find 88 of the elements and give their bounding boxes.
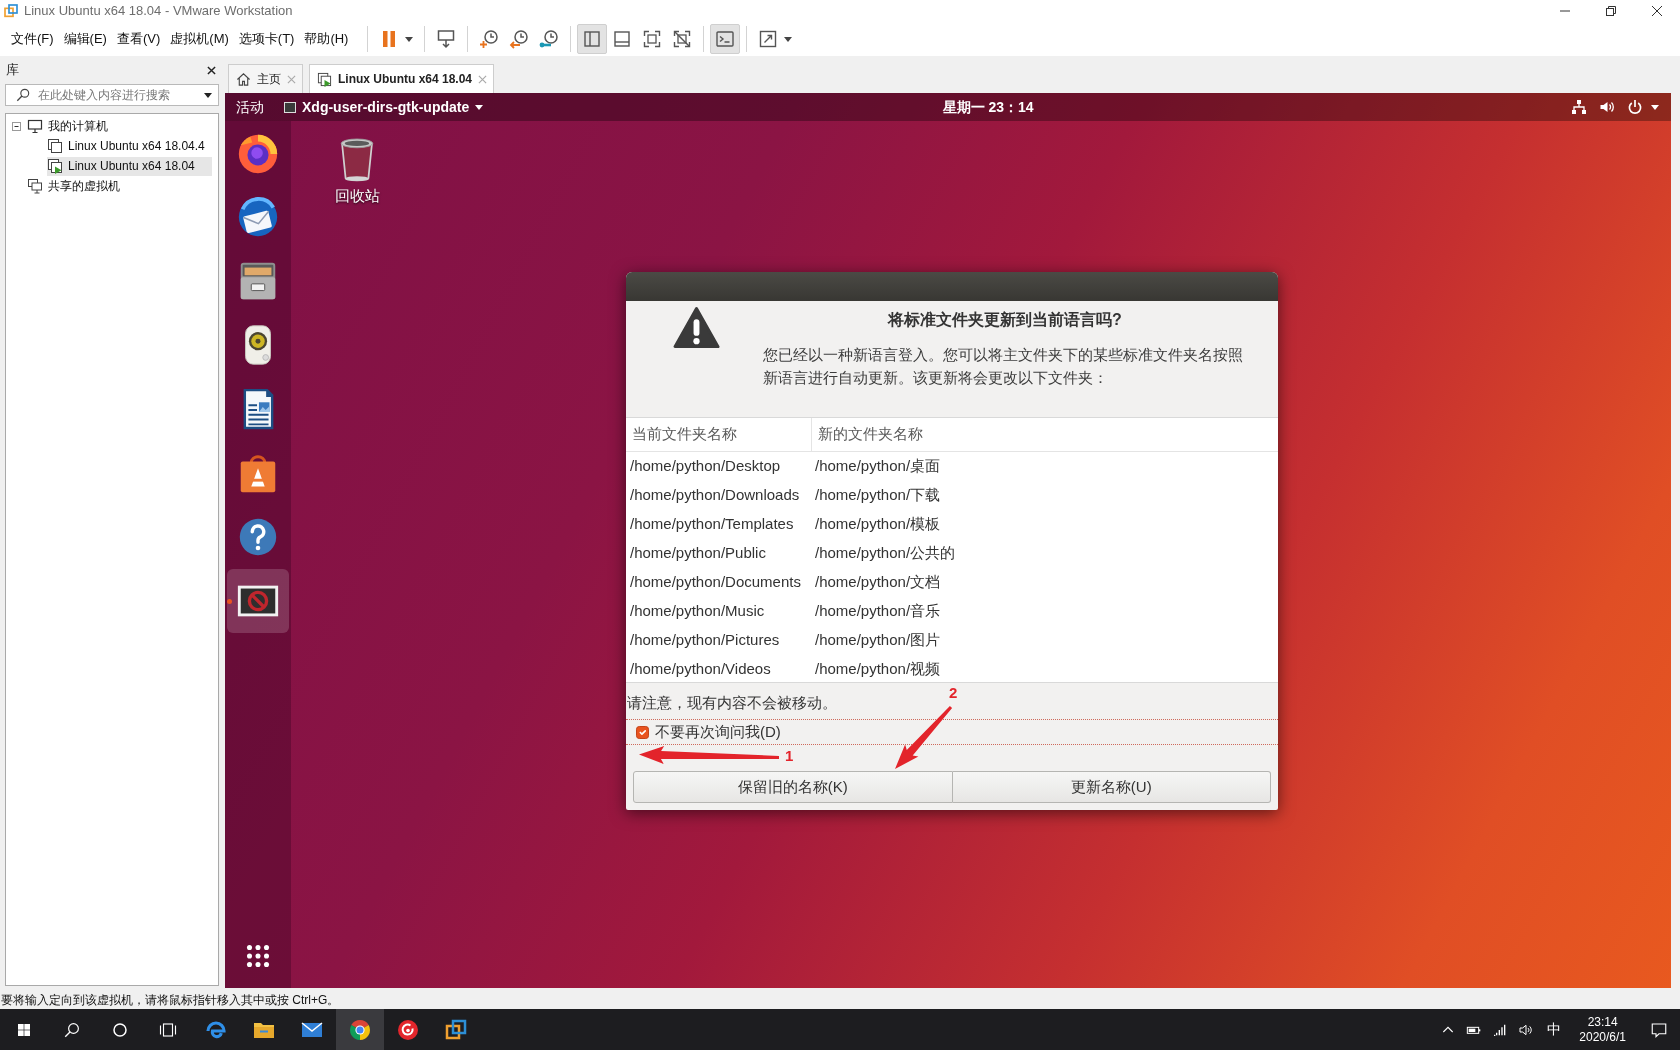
table-cell-text: /home/python/Downloads	[629, 484, 801, 505]
table-cell-text: /home/python/Templates	[629, 513, 795, 534]
table-cell-text: /home/python/公共的	[814, 542, 957, 563]
table-cell-text: /home/python/模板	[814, 513, 942, 534]
ring-icon	[111, 1020, 129, 1039]
table-cell-text: /home/python/音乐	[814, 600, 942, 621]
monitor-icon	[27, 118, 43, 134]
dialog-message: 您已经以一种新语言登入。您可以将主文件夹下的某些标准文件夹名按照新语言进行自动更新。该更新将会更改以下文件夹：	[763, 345, 1244, 388]
dialog-button[interactable]: 更新名称(U)	[952, 771, 1271, 803]
tab[interactable]: 主页	[228, 64, 303, 93]
tab[interactable]: Linux Ubuntu x64 18.04	[309, 64, 495, 93]
dialog-button[interactable]: 保留旧的名称(K)	[633, 771, 953, 803]
power-icon	[1627, 99, 1643, 115]
input-method-button[interactable]: 中	[1539, 1009, 1570, 1050]
checkbox[interactable]	[636, 725, 649, 739]
monitor-arrow-icon	[436, 29, 457, 49]
table-cell: /home/python/桌面	[811, 451, 1278, 480]
tree-item[interactable]: 我的计算机	[27, 116, 212, 136]
table-cell-text: /home/python/Videos	[629, 658, 772, 679]
menu-item[interactable]: 查看(V)	[111, 28, 166, 50]
table-cell-text: /home/python/文档	[814, 571, 942, 592]
note-text: 请注意，现有内容不会被移动。	[627, 694, 837, 711]
table-cell-text: /home/python/图片	[814, 629, 942, 650]
activities-button[interactable]: 活动	[230, 93, 270, 121]
menu-item[interactable]: 虚拟机(M)	[165, 28, 234, 50]
window-title: Linux Ubuntu x64 18.04 - VMware Workstation	[24, 3, 293, 19]
warning-icon	[673, 305, 720, 351]
close-icon	[1652, 6, 1662, 16]
menu-item[interactable]: 文件(F)	[6, 28, 59, 50]
column-header[interactable]: 当前文件夹名称	[626, 418, 811, 451]
clock-arrow-icon	[509, 29, 530, 49]
home-icon	[236, 71, 251, 87]
menu-item[interactable]: 编辑(E)	[58, 28, 112, 50]
window-icon	[284, 101, 296, 113]
windows-logo-icon	[16, 1021, 32, 1038]
restore-icon	[1606, 6, 1616, 16]
sidebar-layout-icon	[582, 29, 603, 49]
status-text: 要将输入定向到该虚拟机，请将鼠标指针移入其中或按 Ctrl+G。	[1, 992, 340, 1009]
annotation-number: 2	[949, 685, 958, 701]
crossed-frame-icon	[672, 29, 693, 49]
clock-button[interactable]: 星期一 23：14	[936, 93, 1040, 121]
tricolor-circle-icon	[348, 1017, 372, 1042]
library-view-button[interactable]	[577, 24, 608, 54]
table-cell-text: /home/python/Public	[629, 542, 767, 563]
search-icon	[63, 1020, 81, 1039]
window-play-icon	[317, 71, 332, 87]
dialog-title: 将标准文件夹更新到当前语言吗?	[886, 310, 1123, 330]
table-cell-text: /home/python/Documents	[629, 571, 802, 592]
music-disc-icon	[396, 1017, 420, 1042]
close-icon	[207, 65, 216, 75]
network-icon	[1571, 99, 1587, 115]
speech-bubble-icon	[1650, 1020, 1668, 1039]
tree-item[interactable]: Linux Ubuntu x64 18.04	[47, 156, 212, 176]
caret-icon	[475, 104, 484, 110]
close-button[interactable]	[204, 65, 219, 75]
menu-item[interactable]: 帮助(H)	[299, 28, 354, 50]
task-view-icon	[159, 1020, 177, 1039]
caret-icon	[204, 92, 212, 98]
table-cell-text: /home/python/下载	[814, 484, 942, 505]
column-header[interactable]: 新的文件夹名称	[811, 418, 1278, 451]
clock-wrench-icon	[539, 29, 560, 49]
terminal-icon	[715, 29, 736, 49]
overlapping-squares-icon	[444, 1017, 468, 1042]
tree-item[interactable]: Linux Ubuntu x64 18.04.4	[47, 136, 212, 156]
bottom-panel-icon	[612, 29, 633, 49]
tree-item[interactable]: 共享的虚拟机	[27, 176, 212, 196]
shared-monitors-icon	[27, 178, 43, 194]
annotation-number: 1	[785, 747, 794, 764]
table-cell-text: /home/python/视频	[814, 658, 942, 679]
app-menu[interactable]: Xdg-user-dirs-gtk-update	[278, 93, 490, 121]
panel-title: 库	[6, 62, 19, 78]
fullscreen-icon	[642, 29, 663, 49]
dock-launcher[interactable]	[227, 569, 289, 633]
caret-icon	[1651, 104, 1659, 110]
console-view-button[interactable]	[710, 24, 741, 54]
clock-plus-icon	[479, 29, 500, 49]
menu-item[interactable]: 选项卡(T)	[233, 28, 300, 50]
table-cell-text: /home/python/Pictures	[629, 629, 781, 650]
taskbar-app-button[interactable]	[336, 1009, 384, 1050]
taskbar-clock[interactable]: 23:14 2020/6/1	[1569, 1009, 1636, 1050]
overlapping-squares-icon	[3, 3, 19, 19]
table-cell: /home/python/Desktop	[626, 451, 811, 480]
search-icon	[16, 88, 30, 102]
search-field[interactable]: 在此处键入内容进行搜索	[5, 84, 219, 106]
collapse-icon[interactable]	[12, 121, 21, 131]
checkbox-label[interactable]: 不要再次询问我(D)	[655, 723, 781, 741]
table-cell-text: /home/python/Music	[629, 600, 766, 621]
volume-icon	[1599, 99, 1615, 115]
